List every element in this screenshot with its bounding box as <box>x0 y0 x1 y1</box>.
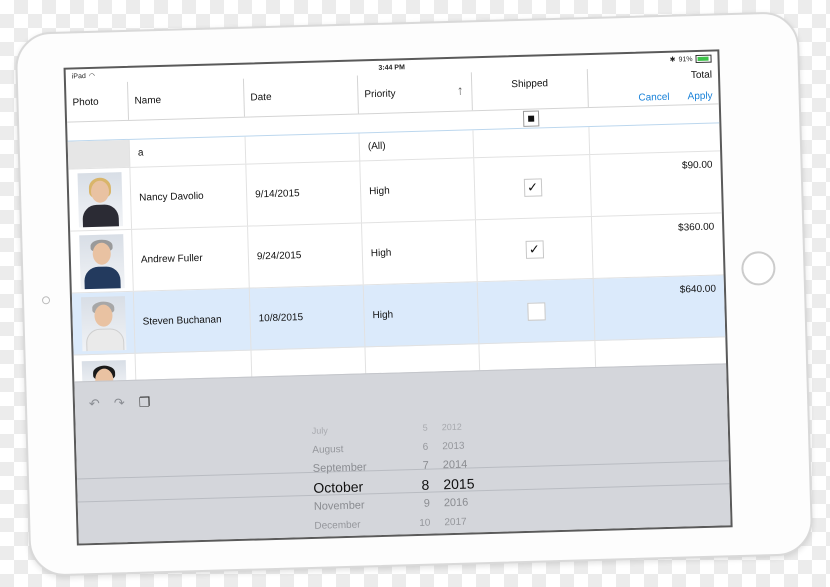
month-option[interactable]: December <box>314 514 404 536</box>
day-option[interactable]: 7 <box>409 457 430 477</box>
shipped-cell <box>477 278 596 344</box>
month-option[interactable]: July <box>312 419 402 441</box>
shipped-checkbox[interactable]: ✓ <box>523 177 542 197</box>
checkmark-icon: ✓ <box>526 179 539 195</box>
total-cell[interactable]: $360.00 <box>592 213 724 278</box>
column-header-date[interactable]: Date <box>243 75 359 117</box>
camera-icon <box>41 296 51 305</box>
filter-name-input[interactable]: a <box>129 136 247 167</box>
shipped-cell: ✓ <box>474 155 592 220</box>
year-option[interactable]: 2014 <box>443 455 494 475</box>
input-toolbar: ↶ ↷ ❐ <box>89 394 151 412</box>
day-option-selected[interactable]: 8 <box>409 476 430 496</box>
column-label: Photo <box>72 96 99 108</box>
date-cell[interactable]: 9/14/2015 <box>246 161 362 226</box>
filter-shipped-cell <box>473 110 591 158</box>
day-option[interactable]: 6 <box>408 438 429 458</box>
name-cell[interactable]: Steven Buchanan <box>133 288 252 353</box>
photo-cell <box>71 291 136 355</box>
date-picker[interactable]: July August September October November D… <box>76 410 731 546</box>
checkmark-icon: ✓ <box>528 241 540 257</box>
photo-cell <box>70 229 134 293</box>
year-wheel[interactable]: 2012 2013 2014 2015 2016 2017 2018 <box>441 417 495 546</box>
shipped-checkbox[interactable] <box>526 301 546 321</box>
year-option[interactable]: 2017 <box>444 512 495 532</box>
data-grid: a (All) Nancy Davolio 9/14/2015 High ✓ $… <box>67 103 727 396</box>
name-cell[interactable]: Nancy Davolio <box>130 164 249 229</box>
column-header-total[interactable]: Total Cancel Apply <box>588 65 719 107</box>
ipad-device: iPad ◠ 3:44 PM ✱ 91% Photo Name Date Pri… <box>14 11 814 577</box>
date-cell[interactable]: 10/8/2015 <box>249 285 366 350</box>
filter-date-input[interactable] <box>245 133 361 164</box>
shipped-checkbox[interactable]: ✓ <box>525 239 544 259</box>
month-option[interactable]: September <box>313 457 403 479</box>
day-wheel[interactable]: 5 6 7 8 9 10 11 <box>407 419 431 546</box>
total-cell[interactable]: $640.00 <box>594 275 726 340</box>
priority-cell[interactable]: High <box>360 158 476 223</box>
device-label: iPad <box>71 72 86 80</box>
month-option-selected[interactable]: October <box>313 476 403 498</box>
sort-ascending-icon[interactable]: ↑ <box>457 83 464 98</box>
date-picker-panel: ↶ ↷ ❐ July August September October Nove… <box>74 363 731 546</box>
avatar <box>78 233 125 289</box>
photo-cell <box>68 167 133 231</box>
redo-icon[interactable]: ↷ <box>114 395 125 411</box>
day-option[interactable]: 9 <box>410 495 431 515</box>
column-header-priority[interactable]: Priority ↑ <box>357 72 473 114</box>
year-option[interactable]: 2013 <box>442 436 493 456</box>
home-button[interactable] <box>740 250 776 286</box>
name-cell[interactable]: Andrew Fuller <box>132 226 250 291</box>
month-wheel[interactable]: July August September October November D… <box>312 419 406 545</box>
clipboard-icon[interactable]: ❐ <box>139 394 151 410</box>
year-option[interactable]: 2016 <box>444 493 495 513</box>
wifi-icon: ◠ <box>88 72 96 80</box>
total-cell[interactable]: $90.00 <box>590 151 722 216</box>
column-label: Name <box>134 94 162 107</box>
filter-total-input[interactable] <box>589 123 720 154</box>
year-option[interactable]: 2018 <box>445 531 496 546</box>
day-option[interactable]: 5 <box>407 419 428 439</box>
year-option[interactable]: 2012 <box>441 417 492 437</box>
column-label: Date <box>250 91 272 103</box>
column-header-name[interactable]: Name <box>127 78 245 120</box>
priority-cell[interactable]: High <box>363 282 480 347</box>
undo-icon[interactable]: ↶ <box>89 396 100 412</box>
column-header-photo[interactable]: Photo <box>65 81 130 122</box>
column-header-shipped[interactable]: Shipped <box>471 69 589 111</box>
avatar <box>80 295 126 351</box>
year-option-selected[interactable]: 2015 <box>443 474 494 494</box>
filter-priority-select[interactable]: (All) <box>359 130 475 161</box>
column-label: Shipped <box>511 78 549 91</box>
month-option[interactable]: January <box>315 533 405 546</box>
day-option[interactable]: 11 <box>411 533 432 546</box>
month-option[interactable]: August <box>312 438 402 460</box>
filter-shipped-checkbox[interactable] <box>522 110 539 127</box>
cancel-button[interactable]: Cancel <box>638 92 669 104</box>
priority-cell[interactable]: High <box>362 220 478 285</box>
battery-percent: 91% <box>678 55 693 64</box>
filter-actions: Cancel Apply <box>594 91 712 105</box>
month-option[interactable]: November <box>314 495 404 517</box>
filter-cell-photo <box>67 139 131 169</box>
day-option[interactable]: 10 <box>410 514 431 534</box>
shipped-cell: ✓ <box>475 217 594 282</box>
app-screen: iPad ◠ 3:44 PM ✱ 91% Photo Name Date Pri… <box>63 49 733 546</box>
column-label: Priority <box>364 87 396 100</box>
bluetooth-icon: ✱ <box>669 56 676 64</box>
apply-button[interactable]: Apply <box>687 91 712 103</box>
column-label: Total <box>690 69 713 82</box>
date-cell[interactable]: 9/24/2015 <box>248 223 364 288</box>
avatar <box>76 171 123 227</box>
battery-icon <box>695 54 712 64</box>
